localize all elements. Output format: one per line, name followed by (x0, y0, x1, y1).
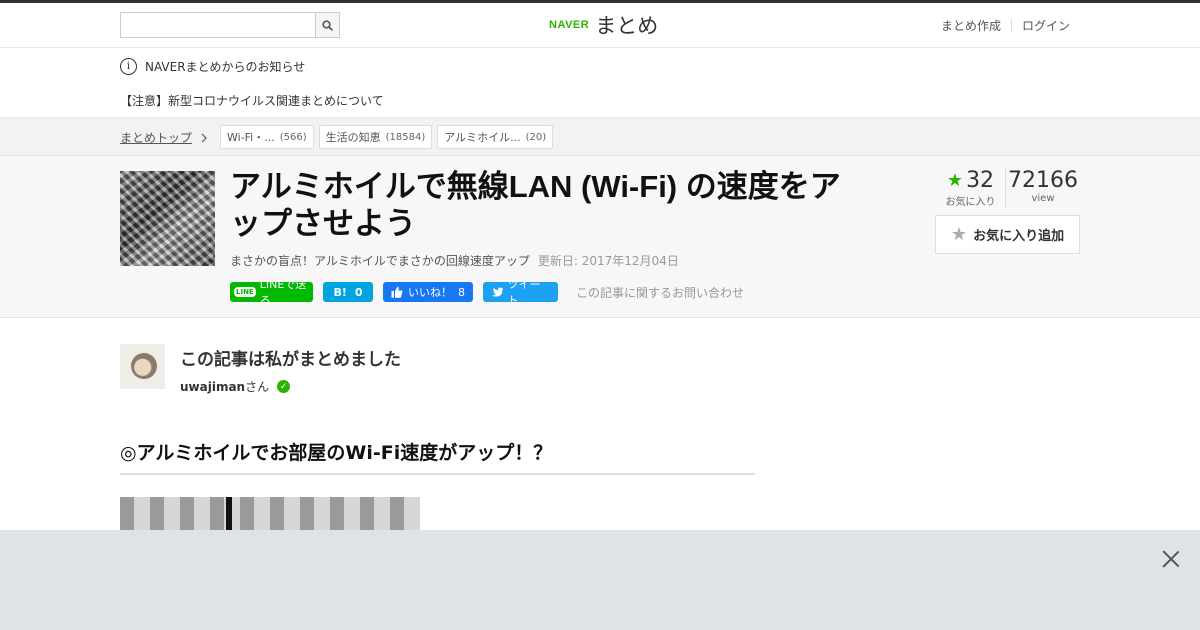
author-info: この記事は私がまとめました uwajiman さん ✓ (180, 344, 401, 395)
tag-count: (566) (279, 131, 307, 143)
updated-date: 更新日: 2017年12月04日 (537, 254, 679, 268)
login-link[interactable]: ログイン (1012, 17, 1080, 34)
facebook-like-button[interactable]: いいね！ 8 (383, 282, 473, 302)
author-name-row: uwajiman さん ✓ (180, 378, 401, 395)
tag-item[interactable]: 生活の知恵 (18584) (318, 125, 433, 149)
line-icon: LINE (234, 287, 256, 297)
hatena-bookmark-button[interactable]: B! 0 (323, 282, 373, 302)
article-stats: ★ 32 お気に入り 72166 view (936, 168, 1080, 208)
breadcrumb-top[interactable]: まとめトップ (120, 129, 208, 146)
star-icon: ★ (946, 170, 964, 191)
star-outline-icon: ★ (950, 224, 968, 245)
create-matome-link[interactable]: まとめ作成 (931, 17, 1011, 34)
line-share-button[interactable]: LINE LINEで送る (230, 278, 313, 307)
favorites-stat: ★ 32 お気に入り (936, 168, 1006, 208)
hatena-icon: B! (333, 285, 347, 299)
search-icon (322, 19, 333, 31)
chevron-right-icon (201, 133, 207, 142)
search-button[interactable] (315, 12, 340, 38)
search-form (120, 12, 340, 38)
tweet-button[interactable]: ツイート (483, 278, 558, 307)
notice-panel: i NAVERまとめからのお知らせ 【注意】新型コロナウイルス関連まとめについて (0, 48, 1200, 118)
share-buttons: LINE LINEで送る B! 0 いいね！ 8 ツイート この記事に関するお問… (230, 278, 744, 307)
hedgehog-avatar-image (131, 353, 157, 379)
thumbs-up-icon (391, 286, 403, 298)
tag-count: (18584) (385, 131, 426, 143)
tag-label: 生活の知恵 (325, 131, 381, 144)
line-share-label: LINEで送る (259, 278, 307, 307)
breadcrumb: まとめトップ Wi-Fi・... (566) 生活の知恵 (18584) アルミホイ… (0, 118, 1200, 156)
verified-check-icon: ✓ (277, 380, 291, 393)
add-favorite-label: お気に入り追加 (973, 229, 1065, 244)
breadcrumb-top-label: まとめトップ (120, 131, 193, 145)
views-label: view (1031, 193, 1055, 204)
views-stat: 72166 view (1006, 168, 1080, 208)
notice-heading-text: NAVERまとめからのお知らせ (145, 60, 306, 74)
author-heading: この記事は私がまとめました (180, 350, 401, 370)
bottom-ad-overlay (0, 530, 1200, 630)
notice-link[interactable]: 【注意】新型コロナウイルス関連まとめについて (120, 92, 384, 109)
search-input[interactable] (120, 12, 315, 38)
section-heading: ◎アルミホイルでお部屋のWi-Fi速度がアップ！？ (120, 438, 755, 475)
views-count: 72166 (1008, 168, 1078, 193)
close-icon[interactable] (1160, 548, 1182, 570)
author-name[interactable]: uwajiman (180, 380, 245, 394)
logo-matome: まとめ (595, 14, 659, 38)
twitter-bird-icon (491, 286, 504, 297)
author-box: この記事は私がまとめました uwajiman さん ✓ (120, 344, 401, 395)
site-logo[interactable]: NAVER まとめ (549, 11, 658, 39)
favorites-count: 32 (966, 168, 995, 193)
tag-label: アルミホイル... (444, 131, 521, 144)
article-title: アルミホイルで無線LAN (Wi-Fi) の速度をアップさせよう (230, 169, 841, 241)
facebook-like-label: いいね！ (408, 286, 452, 299)
hatena-count: 0 (354, 285, 363, 299)
article-thumbnail (120, 171, 215, 266)
contact-link[interactable]: この記事に関するお問い合わせ (576, 284, 744, 301)
info-icon: i (120, 58, 137, 75)
tag-item[interactable]: アルミホイル... (20) (437, 125, 554, 149)
tag-item[interactable]: Wi-Fi・... (566) (220, 125, 314, 149)
site-header: NAVER まとめ まとめ作成 ログイン (0, 3, 1200, 48)
tag-list: Wi-Fi・... (566) 生活の知恵 (18584) アルミホイル... (20… (220, 125, 554, 149)
notice-heading: i NAVERまとめからのお知らせ (120, 58, 305, 75)
article-header: アルミホイルで無線LAN (Wi-Fi) の速度をアップさせよう まさかの盲点！… (0, 156, 1200, 318)
favorites-label: お気に入り (945, 197, 996, 208)
header-links: まとめ作成 ログイン (931, 17, 1080, 34)
logo-naver: NAVER (549, 19, 590, 31)
tag-label: Wi-Fi・... (227, 131, 275, 144)
tag-count: (20) (525, 131, 547, 143)
add-favorite-button[interactable]: ★ お気に入り追加 (935, 215, 1080, 254)
author-honorific: さん (245, 380, 270, 394)
article-subtitle: まさかの盲点！アルミホイルでまさかの回線速度アップ 更新日: 2017年12月04… (230, 252, 679, 269)
avatar[interactable] (120, 344, 165, 389)
article-description: まさかの盲点！アルミホイルでまさかの回線速度アップ (230, 254, 530, 268)
tweet-label: ツイート (507, 278, 541, 307)
facebook-like-count: 8 (458, 285, 465, 299)
